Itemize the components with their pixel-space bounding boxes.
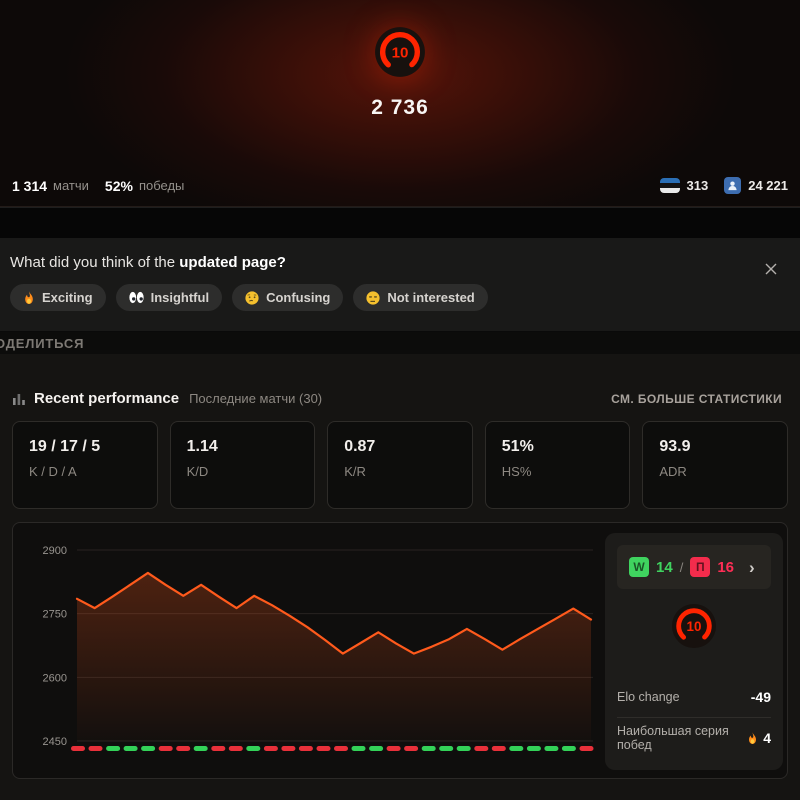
result-dash — [474, 746, 488, 751]
thinking-face-icon — [245, 291, 259, 305]
eyes-icon — [129, 291, 144, 304]
elo-value: 2 736 — [0, 96, 800, 120]
y-tick-label: 2450 — [43, 736, 67, 748]
hero-section: 10 2 736 1 314 матчи 52% победы — [0, 0, 800, 207]
result-dash — [387, 746, 401, 751]
y-tick-label: 2600 — [43, 672, 67, 684]
svg-text:10: 10 — [392, 44, 409, 61]
share-label[interactable]: ОДЕЛИТЬСЯ — [0, 336, 84, 351]
result-dash — [457, 746, 471, 751]
country-rank: 313 — [660, 178, 709, 193]
result-dash — [352, 746, 366, 751]
loss-badge: П — [690, 557, 710, 577]
feedback-not-interested-button[interactable]: Not interested — [353, 284, 487, 311]
result-dash — [71, 746, 85, 751]
losses-count: 16 — [717, 559, 734, 576]
result-dash — [404, 746, 418, 751]
result-dash — [141, 746, 155, 751]
result-dash — [124, 746, 138, 751]
result-dash — [246, 746, 260, 751]
stats-page: 10 2 736 1 314 матчи 52% победы — [0, 0, 800, 800]
performance-header: Recent performance Последние матчи (30) … — [0, 390, 800, 407]
result-dash — [211, 746, 225, 751]
stat-card-adr: 93.9 ADR — [642, 421, 788, 509]
fire-icon — [747, 732, 758, 745]
match-summary-panel: W 14 / П 16 › 10 Elo change -49 — [605, 533, 783, 770]
win-loss-record-button[interactable]: W 14 / П 16 › — [617, 545, 771, 589]
chevron-right-icon: › — [749, 559, 755, 576]
elo-chart-card: 2900 2750 2600 2450 W 14 / П 16 › — [12, 522, 788, 779]
win-badge: W — [629, 557, 649, 577]
result-dash — [317, 746, 331, 751]
result-dash — [159, 746, 173, 751]
matches-stat: 1 314 матчи — [12, 178, 89, 194]
result-dash — [194, 746, 208, 751]
result-dash — [580, 746, 594, 751]
fire-icon — [23, 291, 35, 305]
performance-title: Recent performance — [34, 390, 179, 407]
feedback-banner: What did you think of the updated page? … — [0, 238, 800, 332]
result-dash — [229, 746, 243, 751]
global-rank-icon — [724, 177, 741, 194]
result-dash — [527, 746, 541, 751]
result-dash — [89, 746, 103, 751]
result-dash — [299, 746, 313, 751]
elo-change-row: Elo change -49 — [617, 677, 771, 717]
stat-card-kd: 1.14 K/D — [170, 421, 316, 509]
feedback-insightful-button[interactable]: Insightful — [116, 284, 223, 311]
elo-change-value: -49 — [751, 689, 771, 705]
recent-performance-section: Recent performance Последние матчи (30) … — [0, 354, 800, 800]
stat-cards-row: 19 / 17 / 5 K / D / A 1.14 K/D 0.87 K/R … — [0, 407, 800, 509]
result-dash — [106, 746, 120, 751]
stat-card-kda: 19 / 17 / 5 K / D / A — [12, 421, 158, 509]
result-dashes — [71, 746, 594, 751]
region-rank-value: 24 221 — [748, 178, 788, 193]
share-strip: ОДЕЛИТЬСЯ — [0, 332, 800, 354]
y-tick-label: 2750 — [43, 609, 67, 621]
y-tick-label: 2900 — [43, 545, 67, 557]
hero-stats-row: 1 314 матчи 52% победы — [0, 177, 800, 194]
feedback-question: What did you think of the updated page? — [10, 254, 790, 271]
stat-card-hs: 51% HS% — [485, 421, 631, 509]
result-dash — [369, 746, 383, 751]
performance-subtitle: Последние матчи (30) — [189, 391, 322, 406]
level-10-badge-icon: 10 — [374, 26, 426, 83]
result-dash — [544, 746, 558, 751]
result-dash — [492, 746, 506, 751]
win-streak-value: 4 — [763, 730, 771, 746]
result-dash — [562, 746, 576, 751]
result-dash — [334, 746, 348, 751]
estonia-flag-icon — [660, 178, 680, 193]
result-dash — [439, 746, 453, 751]
elo-area-fill — [77, 573, 591, 741]
result-dash — [281, 746, 295, 751]
result-dash — [422, 746, 436, 751]
see-more-stats-link[interactable]: СМ. БОЛЬШЕ СТАТИСТИКИ — [605, 391, 788, 407]
divider-band — [0, 207, 800, 238]
level-10-badge-icon-small: 10 — [671, 603, 717, 654]
win-streak-row: Наибольшая серия побед 4 — [617, 717, 771, 758]
wins-count: 14 — [656, 559, 673, 576]
bar-chart-icon — [12, 392, 26, 406]
unamused-face-icon — [366, 291, 380, 305]
svg-text:10: 10 — [687, 619, 702, 634]
region-rank: 24 221 — [724, 177, 788, 194]
feedback-options: Exciting Insightful C — [10, 284, 790, 311]
close-icon[interactable] — [760, 258, 782, 283]
country-rank-value: 313 — [687, 178, 709, 193]
result-dash — [176, 746, 190, 751]
winrate-stat: 52% победы — [105, 178, 184, 194]
stat-card-kr: 0.87 K/R — [327, 421, 473, 509]
feedback-exciting-button[interactable]: Exciting — [10, 284, 106, 311]
feedback-confusing-button[interactable]: Confusing — [232, 284, 343, 311]
result-dash — [509, 746, 523, 751]
result-dash — [264, 746, 278, 751]
